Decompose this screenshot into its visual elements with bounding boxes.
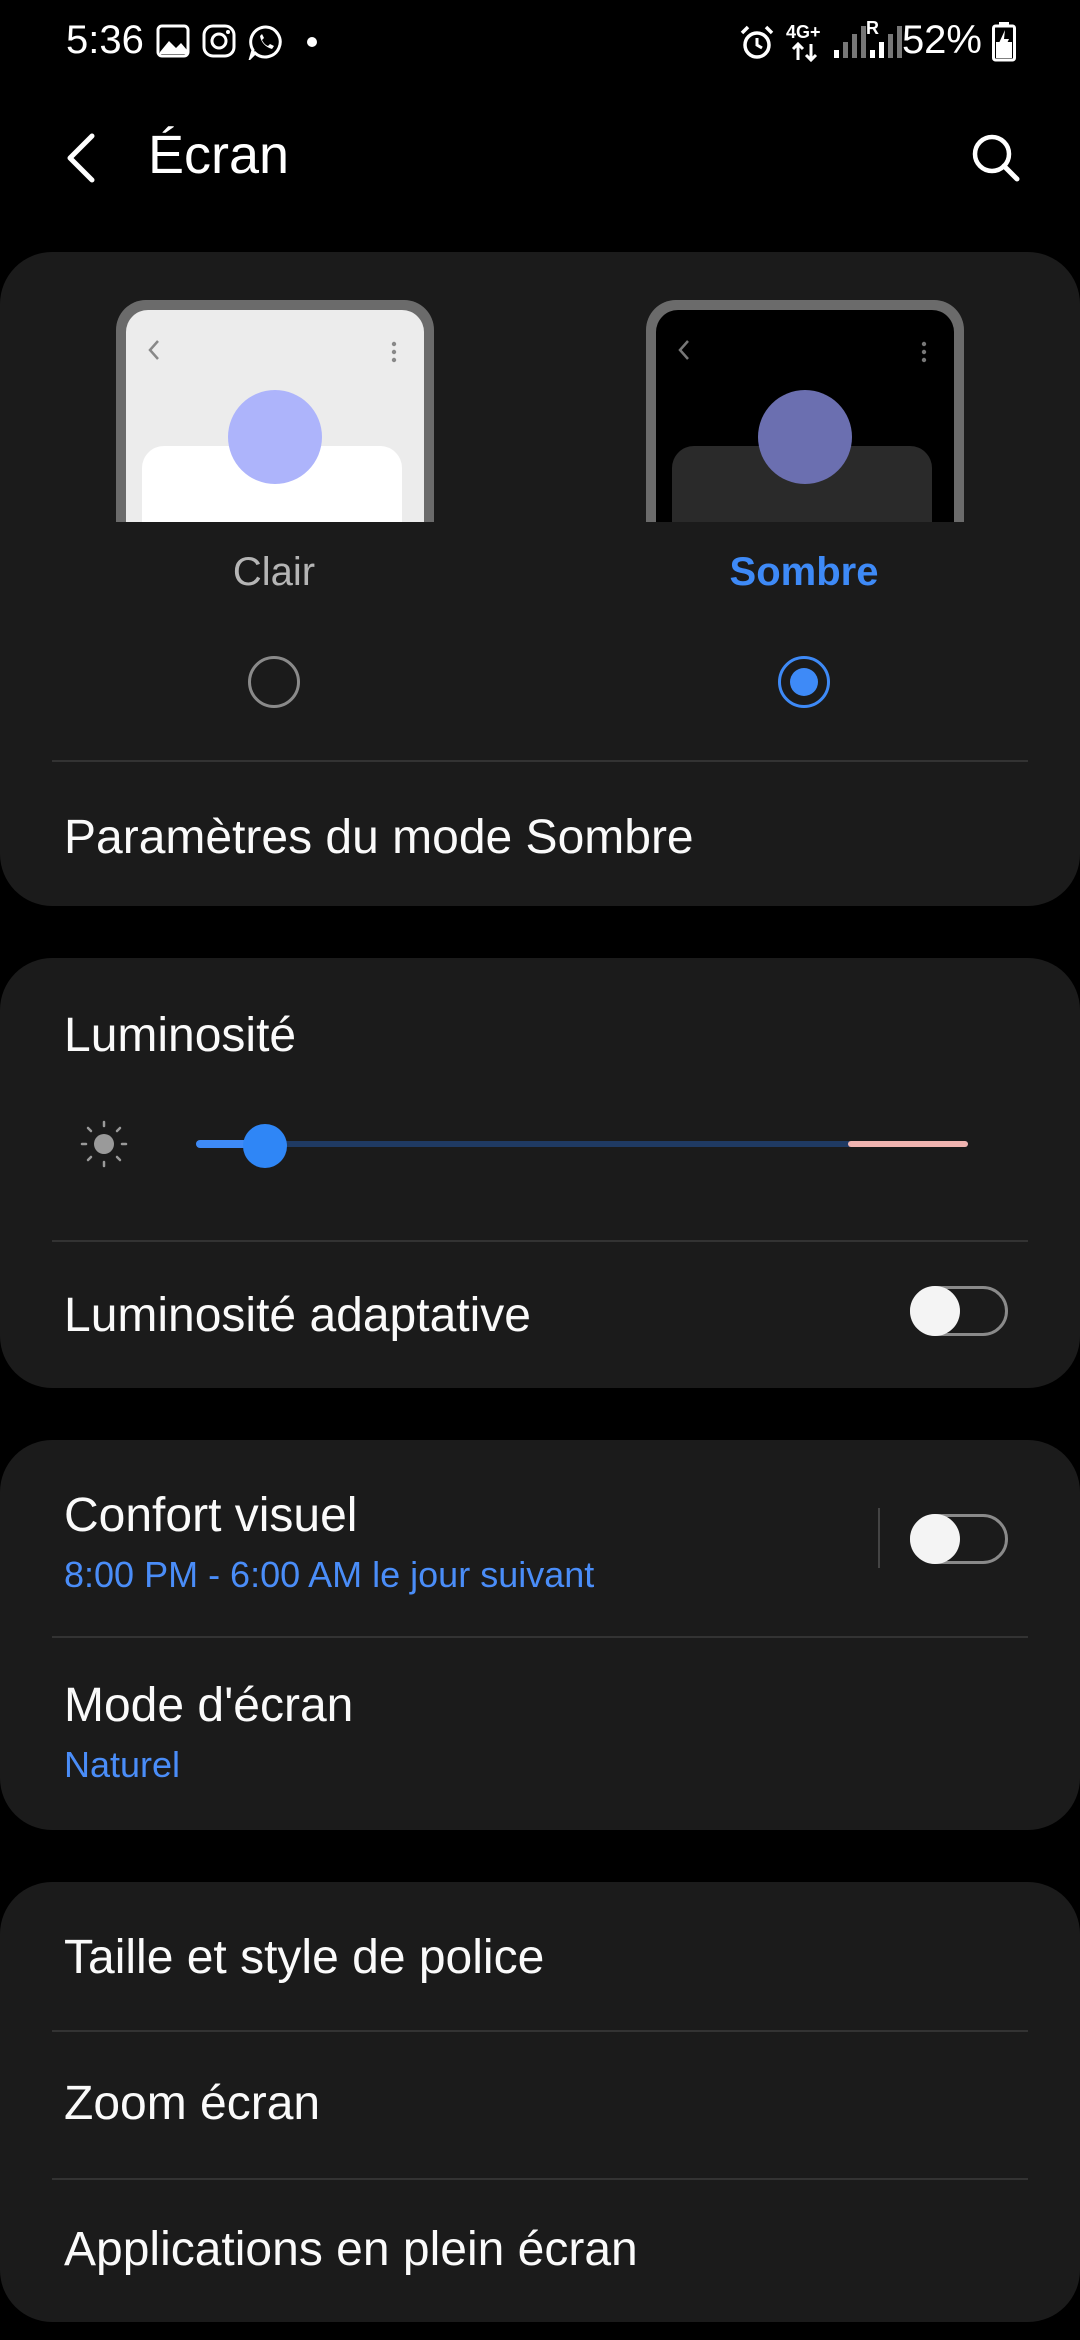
brightness-slider[interactable]	[196, 1124, 968, 1168]
display-options-card: Taille et style de police Zoom écran App…	[0, 1882, 1080, 2322]
screen-mode-row[interactable]: Mode d'écran Naturel	[0, 1638, 1080, 1830]
toggle-knob	[910, 1514, 960, 1564]
instagram-icon	[202, 24, 236, 58]
signal-icon	[834, 26, 866, 58]
eye-comfort-title: Confort visuel	[64, 1489, 358, 1542]
network-type: 4G+	[786, 22, 821, 42]
comfort-card: Confort visuel 8:00 PM - 6:00 AM le jour…	[0, 1440, 1080, 1830]
light-theme-option[interactable]: Clair	[0, 252, 540, 752]
gallery-icon	[156, 24, 190, 58]
screen-mode-value: Naturel	[64, 1744, 181, 1785]
preview-back-icon	[148, 340, 159, 360]
battery-percent: 52%	[901, 18, 982, 62]
brightness-title: Luminosité	[64, 1009, 297, 1062]
preview-more-icon	[391, 341, 397, 363]
eye-comfort-schedule: 8:00 PM - 6:00 AM le jour suivant	[64, 1554, 595, 1595]
page-title: Écran	[148, 125, 290, 185]
fullscreen-apps-label: Applications en plein écran	[64, 2223, 638, 2276]
back-arrow-icon	[67, 133, 95, 183]
dark-preview	[646, 300, 964, 522]
alarm-icon	[740, 25, 774, 59]
font-size-style-label: Taille et style de police	[64, 1931, 545, 1984]
data-arrows-icon	[791, 42, 818, 62]
status-bar: 5:36 4G+ R 52%	[0, 0, 1080, 84]
theme-card: Clair Sombre Paramètres du mode Sombre	[0, 252, 1080, 906]
dark-theme-option[interactable]: Sombre	[540, 252, 1080, 752]
screen-mode-title: Mode d'écran	[64, 1679, 354, 1732]
screen-zoom-row[interactable]: Zoom écran	[0, 2032, 1080, 2178]
status-time: 5:36	[66, 18, 144, 62]
brightness-sun-icon	[80, 1120, 128, 1168]
eye-comfort-toggle[interactable]	[910, 1514, 1008, 1564]
slider-high-zone	[848, 1141, 968, 1147]
dot-icon	[307, 37, 317, 47]
dark-mode-settings-row[interactable]: Paramètres du mode Sombre	[0, 762, 1080, 906]
dark-theme-label: Sombre	[729, 550, 879, 594]
vertical-divider	[878, 1508, 880, 1568]
toggle-knob	[910, 1286, 960, 1336]
search-button[interactable]	[960, 120, 1030, 196]
back-button[interactable]	[56, 120, 116, 196]
signal-2-icon	[870, 26, 902, 58]
light-preview	[116, 300, 434, 522]
preview-back-icon	[678, 340, 689, 360]
dark-mode-settings-label: Paramètres du mode Sombre	[64, 811, 694, 864]
fullscreen-apps-row[interactable]: Applications en plein écran	[0, 2180, 1080, 2322]
dark-theme-radio[interactable]	[778, 656, 830, 708]
adaptive-brightness-toggle[interactable]	[910, 1286, 1008, 1336]
brightness-card: Luminosité Luminosité adaptative	[0, 958, 1080, 1388]
whatsapp-icon	[248, 25, 282, 60]
light-theme-label: Clair	[232, 550, 316, 594]
slider-thumb[interactable]	[243, 1124, 288, 1168]
adaptive-brightness-label: Luminosité adaptative	[64, 1289, 531, 1342]
eye-comfort-row[interactable]: Confort visuel 8:00 PM - 6:00 AM le jour…	[0, 1440, 860, 1636]
font-size-style-row[interactable]: Taille et style de police	[0, 1882, 1080, 2030]
battery-charging-icon	[992, 22, 1016, 62]
light-theme-radio[interactable]	[248, 656, 300, 708]
preview-more-icon	[921, 341, 927, 363]
screen-zoom-label: Zoom écran	[64, 2077, 321, 2130]
search-icon	[972, 134, 1020, 182]
adaptive-brightness-row[interactable]: Luminosité adaptative	[0, 1242, 1080, 1388]
